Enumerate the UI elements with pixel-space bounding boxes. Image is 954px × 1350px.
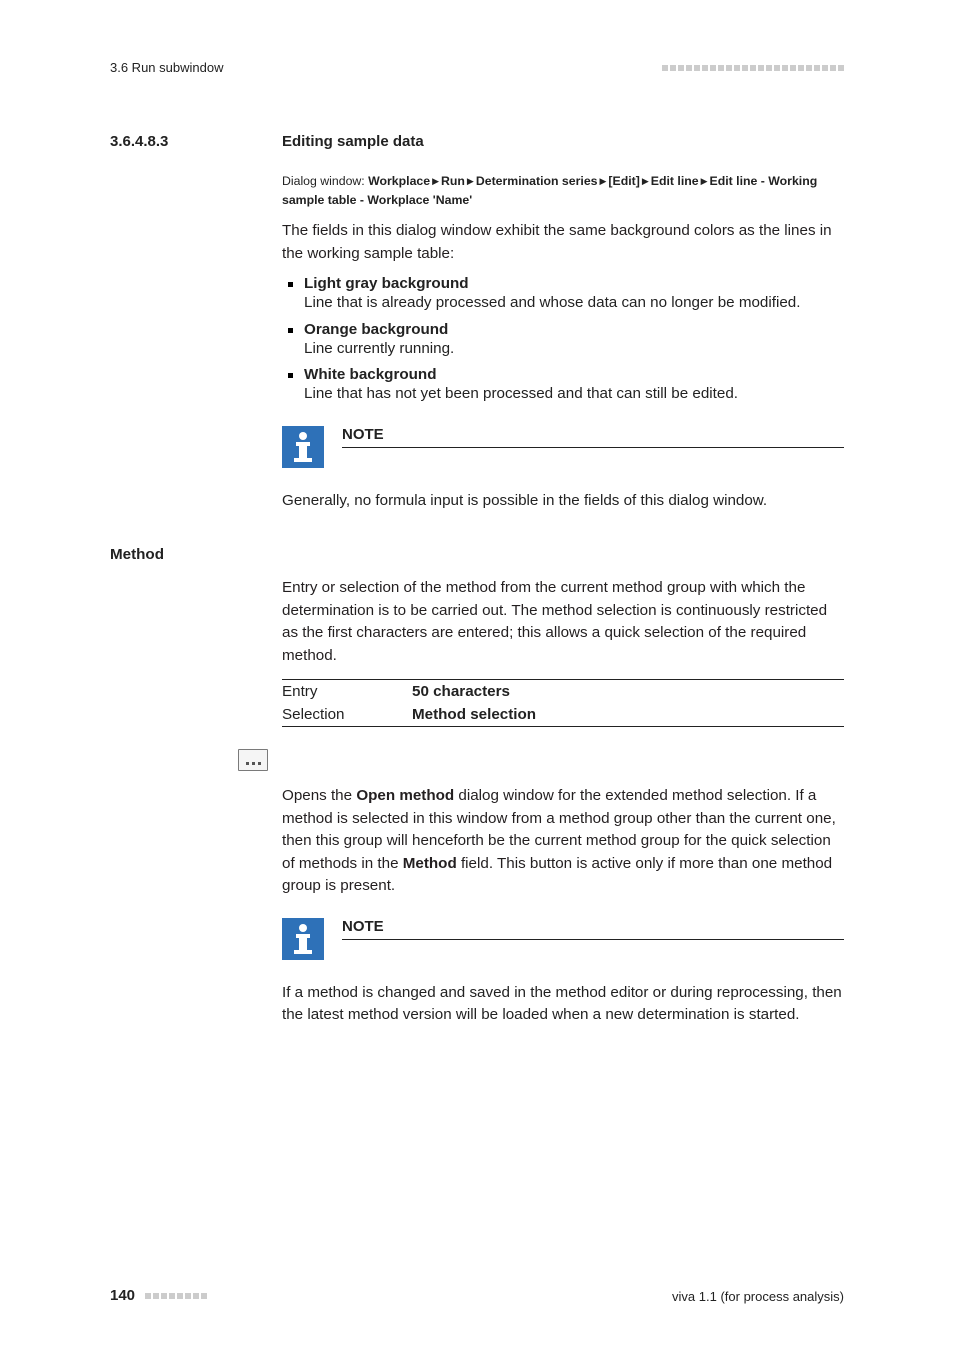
triangle-icon: ▶ <box>430 176 441 186</box>
dialog-path-row: Dialog window: Workplace▶Run▶Determinati… <box>110 150 844 512</box>
method-desc-row: Entry or selection of the method from th… <box>110 577 844 727</box>
triangle-icon: ▶ <box>699 176 710 186</box>
triangle-icon: ▶ <box>598 176 609 186</box>
divider <box>342 939 844 940</box>
table-row: Entry 50 characters <box>282 680 844 704</box>
page-header: 3.6 Run subwindow <box>110 60 844 75</box>
section-title: Editing sample data <box>282 133 844 150</box>
list-item: Light gray background Line that is alrea… <box>282 275 844 315</box>
dialog-part: Determination series <box>476 174 598 188</box>
dialog-prefix: Dialog window: <box>282 174 368 188</box>
bullet-title: White background <box>304 366 844 383</box>
method-heading-row: Method <box>110 546 844 563</box>
open-method-row <box>110 749 844 771</box>
list-item: Orange background Line currently running… <box>282 321 844 361</box>
bullet-icon <box>282 275 304 315</box>
text-bold: Open method <box>356 787 454 804</box>
text-part: Opens the <box>282 787 356 804</box>
param-key: Selection <box>282 703 412 727</box>
open-method-desc-row: Opens the Open method dialog window for … <box>110 785 844 1027</box>
footer-right: viva 1.1 (for process analysis) <box>672 1289 844 1304</box>
bullet-title: Orange background <box>304 321 844 338</box>
note-title: NOTE <box>342 426 844 445</box>
note-block: NOTE Generally, no formula input is poss… <box>282 426 844 513</box>
method-param-table: Entry 50 characters Selection Method sel… <box>282 679 844 727</box>
bullet-body: Line that is already processed and whose… <box>304 292 844 315</box>
note-body: Generally, no formula input is possible … <box>282 490 844 513</box>
background-color-list: Light gray background Line that is alrea… <box>282 275 844 406</box>
header-section-ref: 3.6 Run subwindow <box>110 60 223 75</box>
method-heading: Method <box>110 546 282 563</box>
open-method-button[interactable] <box>238 749 268 771</box>
note-body: If a method is changed and saved in the … <box>282 982 844 1027</box>
dialog-part: Workplace <box>368 174 430 188</box>
list-item: White background Line that has not yet b… <box>282 366 844 406</box>
divider <box>342 447 844 448</box>
dialog-window-path: Dialog window: Workplace▶Run▶Determinati… <box>282 172 844 210</box>
bullet-icon <box>282 366 304 406</box>
triangle-icon: ▶ <box>465 176 476 186</box>
footer-ornament <box>145 1293 207 1299</box>
section-number: 3.6.4.8.3 <box>110 133 282 150</box>
table-row: Selection Method selection <box>282 703 844 727</box>
bullet-body: Line currently running. <box>304 338 844 361</box>
page-number: 140 <box>110 1287 135 1304</box>
section-heading-row: 3.6.4.8.3 Editing sample data <box>110 133 844 150</box>
note-block: NOTE If a method is changed and saved in… <box>282 918 844 1027</box>
param-key: Entry <box>282 680 412 704</box>
param-value: 50 characters <box>412 680 844 704</box>
page: 3.6 Run subwindow 3.6.4.8.3 Editing samp… <box>0 0 954 1350</box>
bullet-body: Line that has not yet been processed and… <box>304 383 844 406</box>
info-icon <box>282 426 324 468</box>
dialog-part: Edit line <box>651 174 699 188</box>
footer-left: 140 <box>110 1287 207 1305</box>
info-icon <box>282 918 324 960</box>
bullet-title: Light gray background <box>304 275 844 292</box>
param-value: Method selection <box>412 703 844 727</box>
dialog-part: Run <box>441 174 465 188</box>
page-footer: 140 viva 1.1 (for process analysis) <box>110 1287 844 1305</box>
method-description: Entry or selection of the method from th… <box>282 577 844 667</box>
text-bold: Method <box>403 855 457 872</box>
bullet-icon <box>282 321 304 361</box>
dialog-part: [Edit] <box>608 174 639 188</box>
header-ornament <box>662 65 844 71</box>
open-method-description: Opens the Open method dialog window for … <box>282 785 844 898</box>
triangle-icon: ▶ <box>640 176 651 186</box>
note-title: NOTE <box>342 918 844 937</box>
intro-text: The fields in this dialog window exhibit… <box>282 220 844 265</box>
